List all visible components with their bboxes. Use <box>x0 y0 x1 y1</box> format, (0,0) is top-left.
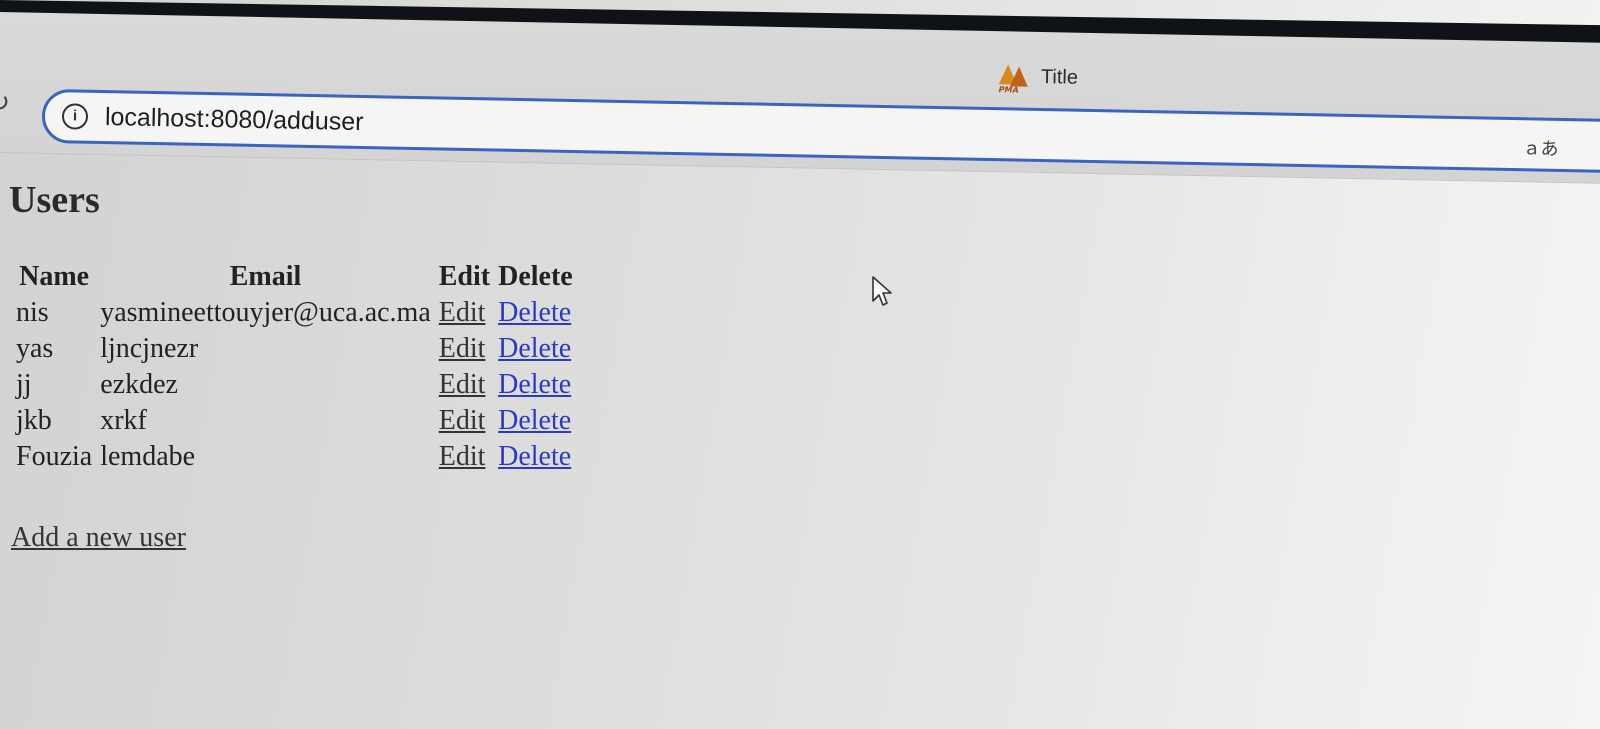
users-table: Name Email Edit Delete nis yasmineettouy… <box>10 258 579 476</box>
user-name: jkb <box>16 405 52 436</box>
user-email: ljncjnezr <box>100 333 199 364</box>
delete-link[interactable]: Delete <box>498 405 571 436</box>
info-icon[interactable]: i <box>61 103 89 130</box>
table-header-row: Name Email Edit Delete <box>14 260 575 294</box>
edit-link[interactable]: Edit <box>439 405 486 436</box>
table-row: yas ljncjnezr Edit Delete <box>14 332 575 366</box>
delete-link[interactable]: Delete <box>498 297 571 328</box>
edit-link[interactable]: Edit <box>439 333 486 364</box>
header-delete: Delete <box>498 261 573 292</box>
header-edit: Edit <box>438 261 491 292</box>
header-email: Email <box>229 261 302 292</box>
pma-favicon-icon: PMA <box>999 64 1029 95</box>
browser-tab[interactable]: PMA Title <box>999 59 1079 95</box>
table-row: jj ezkdez Edit Delete <box>14 368 575 402</box>
edit-link[interactable]: Edit <box>439 297 486 328</box>
url-text[interactable]: localhost:8080/adduser <box>105 103 364 137</box>
user-name: yas <box>16 333 54 364</box>
reload-icon[interactable]: ↻ <box>0 88 17 118</box>
user-email: ezkdez <box>100 369 178 400</box>
delete-link[interactable]: Delete <box>498 441 571 472</box>
user-name: nis <box>16 297 49 328</box>
user-email: lemdabe <box>100 441 196 472</box>
user-email: yasmineettouyjer@uca.ac.ma <box>100 297 431 328</box>
user-name: Fouzia <box>16 441 93 472</box>
delete-link[interactable]: Delete <box>498 369 571 400</box>
edit-link[interactable]: Edit <box>439 441 486 472</box>
header-name: Name <box>19 261 90 292</box>
favicon-text: PMA <box>998 85 1019 95</box>
table-row: Fouzia lemdabe Edit Delete <box>14 440 575 474</box>
page-content: Users Name Email Edit Delete nis yasmine… <box>0 140 1600 729</box>
add-user-link[interactable]: Add a new user <box>11 522 186 554</box>
tab-title: Title <box>1040 65 1079 89</box>
user-name: jj <box>16 369 32 400</box>
user-email: xrkf <box>100 405 147 436</box>
delete-link[interactable]: Delete <box>498 333 571 364</box>
page-title: Users <box>9 179 100 221</box>
edit-link[interactable]: Edit <box>439 369 486 400</box>
table-row: jkb xrkf Edit Delete <box>14 404 575 438</box>
table-row: nis yasmineettouyjer@uca.ac.ma Edit Dele… <box>14 296 575 330</box>
